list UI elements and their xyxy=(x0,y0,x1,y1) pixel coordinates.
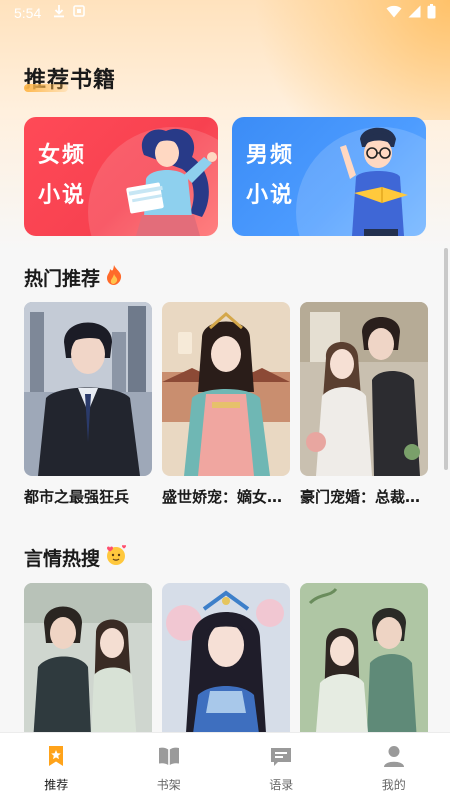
book-title: 豪门宠婚：总裁的甜妻 xyxy=(300,488,428,506)
book-cover[interactable] xyxy=(24,583,152,732)
nav-label: 我的 xyxy=(381,778,406,792)
title-accent xyxy=(24,84,68,92)
book-card[interactable]: 豪门宠婚：总裁的甜妻 xyxy=(300,302,428,507)
main-content[interactable]: 推荐书籍 女频 小说 男频 小说 热门推荐 都市之最强狂兵 盛世娇宠：嫡女归来 … xyxy=(0,0,450,732)
book-card[interactable]: 都市之最强狂兵 xyxy=(24,302,152,507)
male-reader-illustration xyxy=(340,127,408,236)
book-card[interactable] xyxy=(300,583,428,732)
nav-label: 推荐 xyxy=(44,778,69,792)
book-cover[interactable] xyxy=(300,583,428,732)
book-cover[interactable] xyxy=(24,302,152,476)
hearts-face-icon xyxy=(104,544,128,571)
book-title: 都市之最强狂兵 xyxy=(24,488,130,506)
book-card[interactable]: 盛世娇宠：嫡女归来 xyxy=(162,302,290,507)
nav-item-recommend[interactable]: 推荐 xyxy=(0,733,113,800)
book-card[interactable] xyxy=(162,583,290,732)
male-novels-card[interactable]: 男频 小说 xyxy=(232,117,426,236)
book-cover[interactable] xyxy=(162,302,290,476)
book-cover[interactable] xyxy=(300,302,428,476)
female-reader-illustration xyxy=(126,128,217,236)
nav-item-bookshelf[interactable]: 书架 xyxy=(113,733,226,800)
book-title: 盛世娇宠：嫡女归来 xyxy=(162,488,290,506)
romance-section-title: 言情热搜 xyxy=(24,544,128,571)
open-book-icon xyxy=(157,744,181,772)
hot-section-title: 热门推荐 xyxy=(24,264,124,291)
bottom-nav: 推荐 书架 语录 我的 xyxy=(0,732,450,800)
nav-item-profile[interactable]: 我的 xyxy=(338,733,450,800)
nav-label: 语录 xyxy=(269,778,294,792)
message-lines-icon xyxy=(269,744,293,772)
female-novels-card[interactable]: 女频 小说 xyxy=(24,117,218,236)
nav-item-quotes[interactable]: 语录 xyxy=(225,733,338,800)
fire-icon xyxy=(104,264,124,291)
book-cover[interactable] xyxy=(162,583,290,732)
user-icon xyxy=(382,744,406,772)
nav-label: 书架 xyxy=(156,778,181,792)
scrollbar[interactable] xyxy=(444,248,448,470)
book-card[interactable] xyxy=(24,583,152,732)
bookmark-star-icon xyxy=(44,744,68,772)
